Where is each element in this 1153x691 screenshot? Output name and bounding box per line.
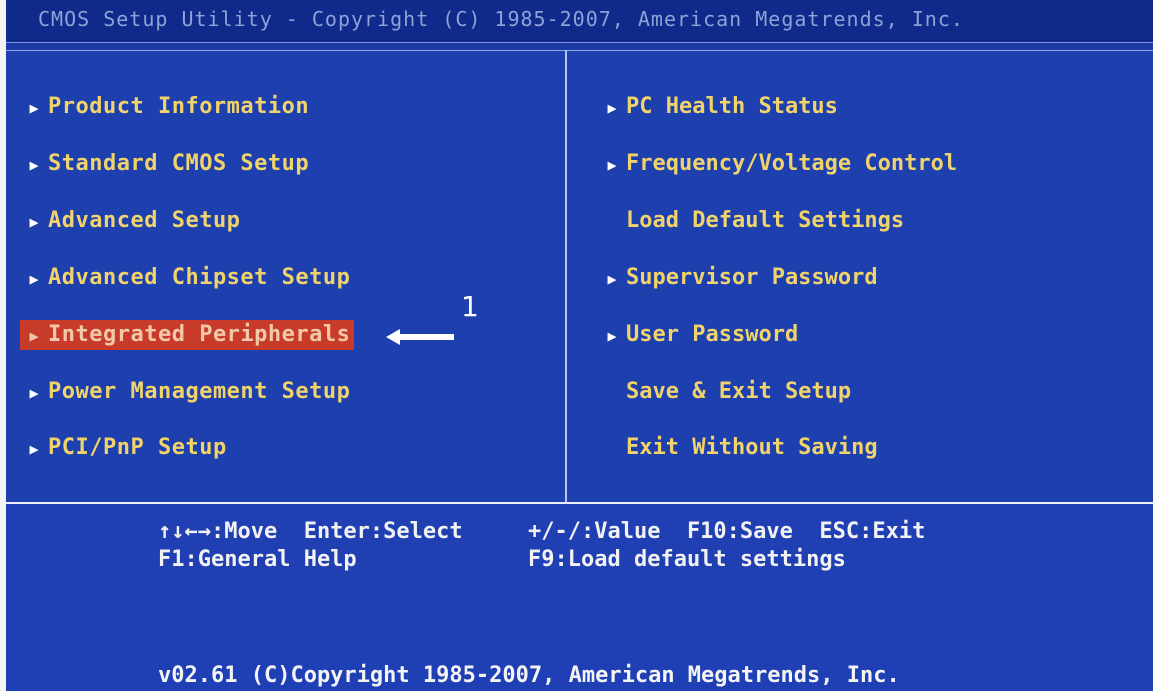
submenu-arrow-icon: ▶ — [607, 99, 617, 117]
menu-item-integrated-peripherals[interactable]: ▶ Integrated Peripherals — [20, 320, 355, 350]
submenu-arrow-icon: ▶ — [29, 99, 39, 117]
title-text: CMOS Setup Utility - Copyright (C) 1985-… — [38, 7, 964, 31]
menu-item-label: PC Health Status — [626, 94, 838, 119]
menu-item-advanced-chipset-setup[interactable]: ▶ Advanced Chipset Setup — [20, 263, 350, 293]
menu-item-product-information[interactable]: ▶ Product Information — [20, 92, 309, 122]
menu-item-user-password[interactable]: ▶ User Password — [598, 320, 798, 350]
menu-item-save-exit-setup[interactable]: Save & Exit Setup — [598, 377, 851, 407]
help-load-defaults: F9:Load default settings — [528, 547, 846, 572]
submenu-arrow-icon: ▶ — [607, 156, 617, 174]
submenu-arrow-icon: ▶ — [29, 270, 39, 288]
menu-item-label: PCI/PnP Setup — [48, 435, 227, 460]
menu-item-label: Power Management Setup — [48, 379, 351, 404]
title-bar: CMOS Setup Utility - Copyright (C) 1985-… — [6, 0, 1153, 43]
menu-item-exit-without-saving[interactable]: Exit Without Saving — [598, 433, 878, 463]
menu-item-advanced-setup[interactable]: ▶ Advanced Setup — [20, 206, 240, 236]
menu-item-pci-pnp-setup[interactable]: ▶ PCI/PnP Setup — [20, 433, 227, 463]
menu-item-label: Integrated Peripherals — [48, 322, 351, 347]
submenu-arrow-icon: ▶ — [607, 327, 617, 345]
footer-copyright: v02.61 (C)Copyright 1985-2007, American … — [158, 663, 900, 688]
menu-item-label: Load Default Settings — [626, 208, 905, 233]
menu-item-supervisor-password[interactable]: ▶ Supervisor Password — [598, 263, 878, 293]
menu-item-label: Standard CMOS Setup — [48, 151, 310, 176]
annotation-arrow-icon — [386, 329, 454, 345]
submenu-arrow-icon: ▶ — [29, 440, 39, 458]
column-divider — [565, 50, 567, 502]
menu-item-label: Frequency/Voltage Control — [626, 151, 958, 176]
menu-item-label: Exit Without Saving — [626, 435, 878, 460]
menu-item-power-management-setup[interactable]: ▶ Power Management Setup — [20, 377, 350, 407]
submenu-arrow-icon: ▶ — [29, 327, 39, 345]
bios-screen: CMOS Setup Utility - Copyright (C) 1985-… — [6, 0, 1153, 691]
menu-item-standard-cmos-setup[interactable]: ▶ Standard CMOS Setup — [20, 149, 309, 179]
menu-item-label: User Password — [626, 322, 799, 347]
help-general: F1:General Help — [158, 547, 357, 572]
help-keys-navigation: ↑↓←→:Move Enter:Select — [158, 519, 463, 544]
menu-item-label: Advanced Chipset Setup — [48, 265, 351, 290]
menu-item-load-default-settings[interactable]: Load Default Settings — [598, 206, 904, 236]
annotation-number: 1 — [461, 290, 479, 323]
menu-item-label: Supervisor Password — [626, 265, 878, 290]
menu-item-label: Product Information — [48, 94, 310, 119]
submenu-arrow-icon: ▶ — [607, 270, 617, 288]
menu-item-label: Advanced Setup — [48, 208, 241, 233]
menu-item-frequency-voltage-control[interactable]: ▶ Frequency/Voltage Control — [598, 149, 957, 179]
menu-item-pc-health-status[interactable]: ▶ PC Health Status — [598, 92, 838, 122]
help-keys-actions: +/-/:Value F10:Save ESC:Exit — [528, 519, 926, 544]
submenu-arrow-icon: ▶ — [29, 384, 39, 402]
submenu-arrow-icon: ▶ — [29, 156, 39, 174]
submenu-arrow-icon: ▶ — [29, 213, 39, 231]
menu-item-label: Save & Exit Setup — [626, 379, 852, 404]
